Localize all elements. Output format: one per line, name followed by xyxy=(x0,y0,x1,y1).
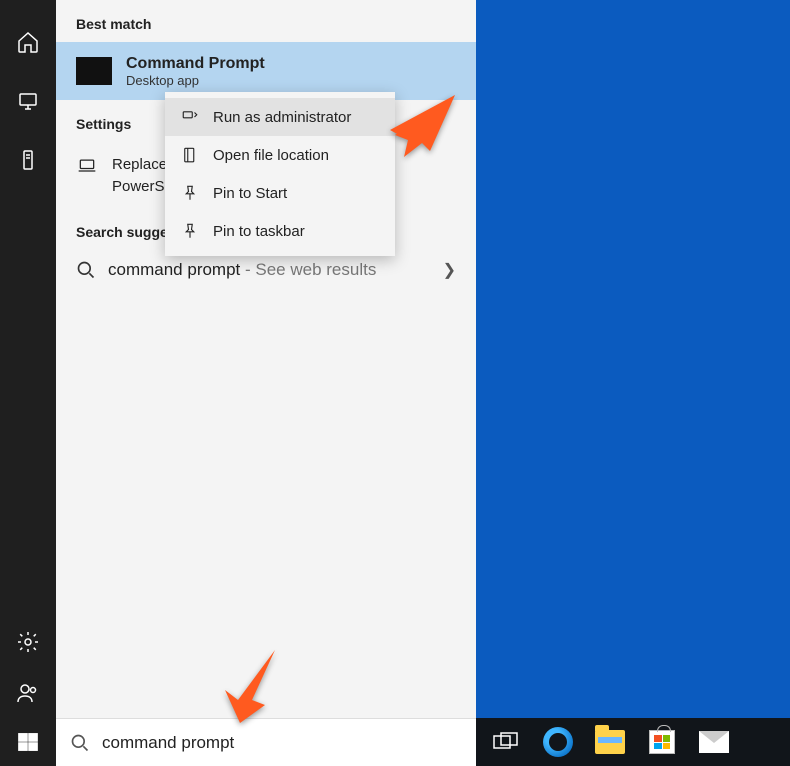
search-icon xyxy=(76,260,96,280)
cmd-icon xyxy=(76,57,112,85)
display-icon[interactable] xyxy=(16,89,40,118)
shield-icon xyxy=(181,108,199,126)
taskbar xyxy=(476,718,790,766)
start-left-rail xyxy=(0,0,56,766)
store-button[interactable] xyxy=(636,718,688,766)
pin-icon xyxy=(181,184,199,202)
people-icon[interactable] xyxy=(16,681,40,710)
file-explorer-button[interactable] xyxy=(584,718,636,766)
ctx-run-as-admin[interactable]: Run as administrator xyxy=(165,98,395,136)
ctx-pin-taskbar-label: Pin to taskbar xyxy=(213,223,305,240)
best-match-heading: Best match xyxy=(56,0,476,42)
folder-icon xyxy=(595,730,625,754)
ctx-run-admin-label: Run as administrator xyxy=(213,109,351,126)
home-icon[interactable] xyxy=(16,30,40,59)
context-menu: Run as administrator Open file location … xyxy=(165,92,395,256)
mail-button[interactable] xyxy=(688,718,740,766)
folder-icon xyxy=(181,146,199,164)
search-input[interactable] xyxy=(102,733,462,753)
edge-button[interactable] xyxy=(532,718,584,766)
annotation-arrow-1 xyxy=(380,85,460,170)
laptop-icon xyxy=(76,154,98,176)
ctx-pin-start-label: Pin to Start xyxy=(213,185,287,202)
ctx-open-location[interactable]: Open file location xyxy=(165,136,395,174)
search-icon xyxy=(70,733,90,753)
pin-icon xyxy=(181,222,199,240)
task-view-button[interactable] xyxy=(480,718,532,766)
ctx-open-loc-label: Open file location xyxy=(213,147,329,164)
mail-icon xyxy=(699,731,729,753)
chevron-right-icon: ❯ xyxy=(443,260,456,280)
result-title: Command Prompt xyxy=(126,55,265,73)
result-subtitle: Desktop app xyxy=(126,73,265,88)
ctx-pin-taskbar[interactable]: Pin to taskbar xyxy=(165,212,395,250)
suggestion-trail: - See web results xyxy=(240,260,376,279)
ctx-pin-start[interactable]: Pin to Start xyxy=(165,174,395,212)
suggestion-query: command prompt xyxy=(108,260,240,279)
gear-icon[interactable] xyxy=(16,630,40,659)
edge-icon xyxy=(543,727,573,757)
annotation-arrow-2 xyxy=(220,645,290,730)
start-button[interactable] xyxy=(0,718,56,766)
tower-icon[interactable] xyxy=(16,148,40,177)
store-icon xyxy=(649,730,675,754)
